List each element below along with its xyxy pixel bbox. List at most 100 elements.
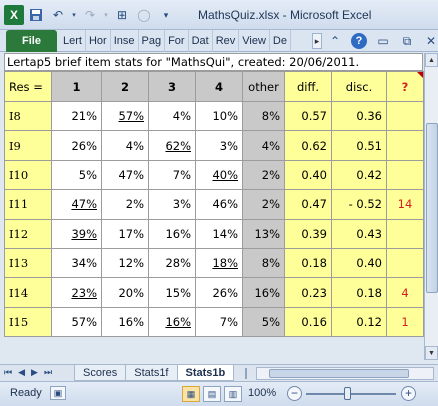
zoom-level[interactable]: 100% <box>248 387 276 399</box>
response-2-cell[interactable]: 2% <box>101 189 149 220</box>
column-header-disc[interactable]: disc. <box>331 71 387 102</box>
customize-qat-icon[interactable]: ▾ <box>156 5 176 25</box>
flag-cell[interactable]: 4 <box>386 277 424 308</box>
difficulty-cell[interactable]: 0.40 <box>284 159 332 191</box>
tab-data[interactable]: Dat <box>189 30 213 52</box>
flag-cell[interactable]: 1 <box>386 306 424 338</box>
other-cell[interactable]: 5% <box>242 306 285 338</box>
response-2-cell[interactable]: 57% <box>101 100 149 132</box>
tab-split-handle[interactable] <box>245 368 251 379</box>
flag-cell[interactable] <box>386 247 424 279</box>
prev-sheet-icon[interactable]: ◀ <box>18 367 25 378</box>
page-break-view-icon[interactable]: ▥ <box>224 386 242 402</box>
excel-app-icon[interactable]: X <box>4 5 24 25</box>
sheet-tab-stats1b[interactable]: Stats1b <box>176 365 235 381</box>
flag-cell[interactable] <box>386 130 424 161</box>
other-cell[interactable]: 13% <box>242 218 285 249</box>
column-header-other[interactable]: other <box>242 71 285 102</box>
item-label-cell[interactable]: I14 <box>4 277 52 308</box>
item-label-cell[interactable]: I15 <box>4 306 52 338</box>
flag-cell[interactable] <box>386 218 424 249</box>
discrimination-cell[interactable]: 0.43 <box>331 218 387 249</box>
response-3-cell[interactable]: 4% <box>148 100 196 132</box>
tab-lertap[interactable]: Lert <box>60 30 86 52</box>
item-label-cell[interactable]: I11 <box>4 189 52 220</box>
response-3-cell[interactable]: 3% <box>148 189 196 220</box>
first-sheet-icon[interactable]: ⏮ <box>4 367 12 378</box>
response-2-cell[interactable]: 17% <box>101 218 149 249</box>
discrimination-cell[interactable]: - 0.52 <box>331 189 387 220</box>
flag-cell[interactable] <box>386 100 424 132</box>
flag-cell[interactable] <box>386 159 424 191</box>
sheet-tab-scores[interactable]: Scores <box>74 365 127 381</box>
difficulty-cell[interactable]: 0.16 <box>284 306 332 338</box>
response-4-cell[interactable]: 40% <box>195 159 243 191</box>
column-header-flag[interactable]: ? <box>386 71 424 102</box>
difficulty-cell[interactable]: 0.39 <box>284 218 332 249</box>
discrimination-cell[interactable]: 0.51 <box>331 130 387 161</box>
horizontal-scrollbar[interactable] <box>256 367 434 380</box>
response-2-cell[interactable]: 4% <box>101 130 149 161</box>
tab-view[interactable]: View <box>239 30 270 52</box>
difficulty-cell[interactable]: 0.23 <box>284 277 332 308</box>
response-4-cell[interactable]: 14% <box>195 218 243 249</box>
save-icon[interactable] <box>26 5 46 25</box>
response-2-cell[interactable]: 20% <box>101 277 149 308</box>
item-label-cell[interactable]: I10 <box>4 159 52 191</box>
response-2-cell[interactable]: 47% <box>101 159 149 191</box>
window-minimize-icon[interactable]: ▭ <box>374 32 392 50</box>
discrimination-cell[interactable]: 0.40 <box>331 247 387 279</box>
item-label-cell[interactable]: I13 <box>4 247 52 279</box>
response-2-cell[interactable]: 16% <box>101 306 149 338</box>
response-4-cell[interactable]: 7% <box>195 306 243 338</box>
other-cell[interactable]: 2% <box>242 159 285 191</box>
tab-page-layout[interactable]: Pag <box>139 30 166 52</box>
response-1-cell[interactable]: 47% <box>51 189 102 220</box>
undo-dropdown-icon[interactable]: ▾ <box>70 5 78 25</box>
scroll-up-icon[interactable]: ▲ <box>425 53 438 67</box>
other-cell[interactable]: 8% <box>242 100 285 132</box>
window-restore-icon[interactable]: ⧉ <box>398 32 416 50</box>
response-3-cell[interactable]: 16% <box>148 306 196 338</box>
zoom-slider-track[interactable] <box>306 393 396 395</box>
scroll-down-icon[interactable]: ▼ <box>425 346 438 360</box>
redo-dropdown-icon[interactable]: ▾ <box>102 5 110 25</box>
response-1-cell[interactable]: 23% <box>51 277 102 308</box>
zoom-slider-handle[interactable] <box>344 387 351 400</box>
other-cell[interactable]: 8% <box>242 247 285 279</box>
vertical-scrollbar[interactable]: ▲ ▼ <box>424 53 438 360</box>
page-layout-view-icon[interactable]: ▤ <box>203 386 221 402</box>
tab-home[interactable]: Hor <box>86 30 111 52</box>
item-label-cell[interactable]: I9 <box>4 130 52 161</box>
file-tab[interactable]: File <box>6 30 57 52</box>
next-sheet-icon[interactable]: ▶ <box>31 367 38 378</box>
response-3-cell[interactable]: 7% <box>148 159 196 191</box>
form-icon[interactable]: ⊞ <box>112 5 132 25</box>
horizontal-scroll-thumb[interactable] <box>269 369 409 378</box>
response-1-cell[interactable]: 34% <box>51 247 102 279</box>
discrimination-cell[interactable]: 0.42 <box>331 159 387 191</box>
column-header-diff[interactable]: diff. <box>284 71 332 102</box>
response-3-cell[interactable]: 16% <box>148 218 196 249</box>
response-4-cell[interactable]: 26% <box>195 277 243 308</box>
response-4-cell[interactable]: 18% <box>195 247 243 279</box>
tab-review[interactable]: Rev <box>213 30 240 52</box>
response-1-cell[interactable]: 39% <box>51 218 102 249</box>
tab-insert[interactable]: Inse <box>111 30 139 52</box>
tab-developer[interactable]: De <box>270 30 291 52</box>
response-4-cell[interactable]: 46% <box>195 189 243 220</box>
other-cell[interactable]: 4% <box>242 130 285 161</box>
vertical-scroll-thumb[interactable] <box>426 123 438 293</box>
response-4-cell[interactable]: 3% <box>195 130 243 161</box>
discrimination-cell[interactable]: 0.36 <box>331 100 387 132</box>
tab-formulas[interactable]: For <box>165 30 189 52</box>
response-1-cell[interactable]: 57% <box>51 306 102 338</box>
difficulty-cell[interactable]: 0.47 <box>284 189 332 220</box>
response-1-cell[interactable]: 5% <box>51 159 102 191</box>
discrimination-cell[interactable]: 0.12 <box>331 306 387 338</box>
flag-cell[interactable]: 14 <box>386 189 424 220</box>
response-3-cell[interactable]: 15% <box>148 277 196 308</box>
column-header-2[interactable]: 2 <box>101 71 149 102</box>
normal-view-icon[interactable]: ▦ <box>182 386 200 402</box>
macro-record-icon[interactable]: ▣ <box>50 386 66 400</box>
